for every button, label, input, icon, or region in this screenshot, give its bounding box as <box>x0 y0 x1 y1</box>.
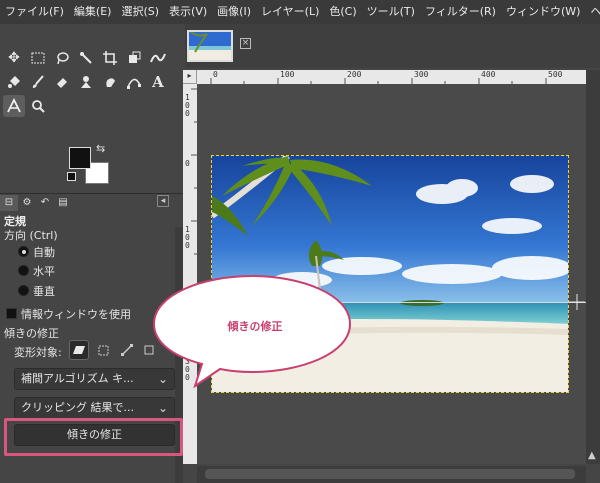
menu-tools[interactable]: ツール(T) <box>362 0 420 24</box>
orientation-horizontal-label: 水平 <box>33 265 55 278</box>
ruler-tick-label: 300 <box>414 70 429 79</box>
crosshair-icon <box>569 294 585 310</box>
orientation-auto-radio[interactable] <box>18 246 29 257</box>
straighten-section-label: 傾きの修正 <box>4 327 59 340</box>
paintbrush-icon[interactable] <box>27 71 49 93</box>
text-icon[interactable]: A <box>147 71 169 93</box>
path-icon[interactable] <box>123 71 145 93</box>
horizontal-scrollbar[interactable] <box>197 466 586 483</box>
horizontal-ruler[interactable]: 0 100 200 300 400 500 <box>197 70 586 84</box>
menu-image[interactable]: 画像(I) <box>212 0 256 24</box>
fuzzy-select-icon[interactable] <box>75 47 97 69</box>
menu-layer[interactable]: レイヤー(L) <box>256 0 324 24</box>
transform-target-label: 変形対象: <box>14 346 62 359</box>
transform-path-icon[interactable] <box>117 340 137 360</box>
dock-tabs: ⊟ ⚙ ↶ ▤ ◂ <box>0 193 185 211</box>
default-colors-icon[interactable] <box>67 172 76 181</box>
image-tab-bar: × <box>185 24 600 68</box>
ruler-corner[interactable]: ▸ <box>183 70 197 84</box>
straighten-button[interactable]: 傾きの修正 <box>14 424 175 446</box>
clone-icon[interactable] <box>75 71 97 93</box>
orientation-auto-label: 自動 <box>33 246 55 259</box>
menu-view[interactable]: 表示(V) <box>164 0 212 24</box>
unified-transform-icon[interactable] <box>123 47 145 69</box>
swap-colors-icon[interactable]: ⇆ <box>96 142 105 155</box>
device-status-tab-icon[interactable]: ⚙ <box>18 195 36 211</box>
ruler-tick-label: 0 <box>213 70 218 79</box>
panel-menu-icon[interactable]: ◂ <box>157 195 169 207</box>
clipping-combo[interactable]: クリッピング 結果で... ⌄ <box>14 397 175 419</box>
menu-edit[interactable]: 編集(E) <box>69 0 117 24</box>
close-tab-icon[interactable]: × <box>240 38 251 49</box>
smudge-icon[interactable] <box>99 71 121 93</box>
clipping-combo-label: クリッピング 結果で... <box>21 401 134 414</box>
ruler-tick-label: 100 <box>185 93 190 118</box>
move-icon[interactable]: ✥ <box>3 47 25 69</box>
bucket-fill-icon[interactable] <box>3 71 25 93</box>
info-window-checkbox[interactable] <box>6 308 17 319</box>
menu-colors[interactable]: 色(C) <box>324 0 361 24</box>
ruler-tick-label: 0 <box>185 159 190 168</box>
rect-select-icon[interactable] <box>27 47 49 69</box>
lasso-icon[interactable] <box>51 47 73 69</box>
orientation-label: 方向 (Ctrl) <box>4 229 58 242</box>
callout-text: 傾きの修正 <box>227 320 283 333</box>
foreground-color-swatch[interactable] <box>69 147 91 169</box>
chevron-down-icon: ⌄ <box>157 401 168 415</box>
ruler-tick-label: 100 <box>185 225 190 250</box>
transform-selection-icon[interactable] <box>93 340 113 360</box>
measure-icon[interactable] <box>3 95 25 117</box>
ruler-tick-label: 200 <box>347 70 362 79</box>
toolbox: ✥ A ⇆ ⊟ ⚙ ↶ ▤ ◂ 定規 方向 (Ctrl) 自動 水平 垂直 情報… <box>0 24 185 483</box>
ruler-tick-label: 500 <box>548 70 563 79</box>
undo-history-tab-icon[interactable]: ↶ <box>36 195 54 211</box>
orientation-vertical-label: 垂直 <box>33 285 55 298</box>
ruler-tick-label: 400 <box>481 70 496 79</box>
menu-filters[interactable]: フィルター(R) <box>420 0 501 24</box>
transform-layer-icon[interactable] <box>69 340 89 360</box>
eraser-icon[interactable] <box>51 71 73 93</box>
menu-help[interactable]: ヘルプ(H) <box>585 0 600 24</box>
info-window-label: 情報ウィンドウを使用 <box>21 308 131 321</box>
scroll-down-icon[interactable]: ▲ <box>588 450 596 461</box>
interpolation-combo-label: 補間アルゴリズム キ... <box>21 372 134 385</box>
images-tab-icon[interactable]: ▤ <box>54 195 72 211</box>
image-tab-thumbnail[interactable] <box>187 30 233 62</box>
zoom-icon[interactable] <box>27 95 49 117</box>
crop-icon[interactable] <box>99 47 121 69</box>
orientation-horizontal-radio[interactable] <box>18 265 29 276</box>
vertical-scrollbar[interactable] <box>586 70 600 464</box>
ruler-tick-label: 100 <box>280 70 295 79</box>
menu-file[interactable]: ファイル(F) <box>0 0 69 24</box>
menu-windows[interactable]: ウィンドウ(W) <box>501 0 585 24</box>
menu-select[interactable]: 選択(S) <box>116 0 164 24</box>
orientation-vertical-radio[interactable] <box>18 285 29 296</box>
menubar: ファイル(F) 編集(E) 選択(S) 表示(V) 画像(I) レイヤー(L) … <box>0 0 600 24</box>
tool-options-tab-icon[interactable]: ⊟ <box>0 194 18 211</box>
horizontal-scroll-thumb[interactable] <box>205 469 575 479</box>
warp-icon[interactable] <box>147 47 169 69</box>
